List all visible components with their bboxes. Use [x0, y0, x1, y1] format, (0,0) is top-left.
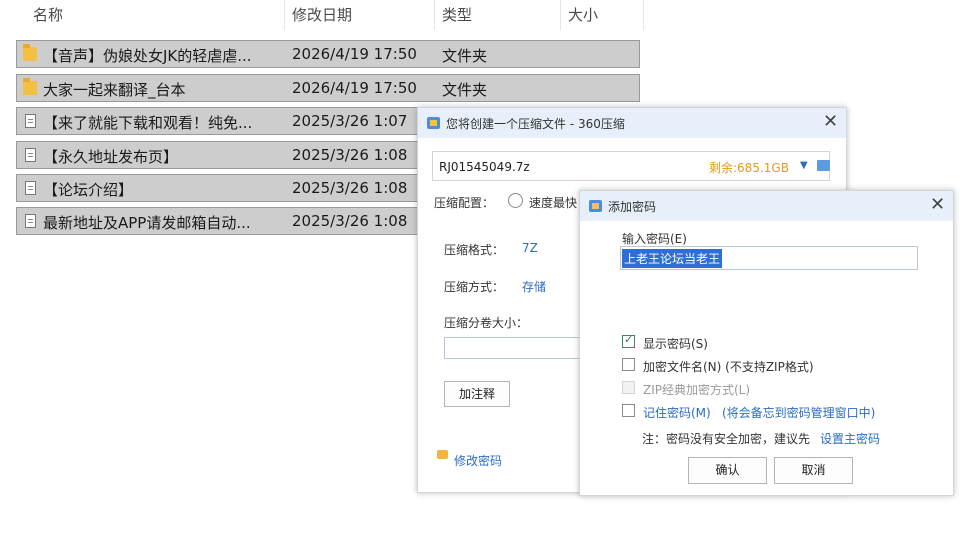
sort-arrow-icon: ⌃ [150, 0, 161, 9]
password-dialog-title: 添加密码 [608, 200, 657, 214]
cancel-button[interactable]: 取消 [774, 457, 853, 484]
column-header-modified[interactable]: 修改日期 [292, 4, 352, 25]
free-space-label: 剩余:685.1GB [709, 161, 789, 175]
format-value[interactable]: 7Z [522, 241, 538, 255]
password-value: 上老王论坛当老王 [622, 249, 723, 268]
file-name: 最新地址及APP请发邮箱自动... [43, 214, 251, 232]
folder-icon [23, 78, 37, 95]
show-password-checkbox[interactable]: ✓ [622, 333, 635, 348]
speed-option-label: 速度最快 [529, 196, 578, 210]
folder-icon [23, 44, 37, 61]
config-label: 压缩配置： [434, 196, 495, 210]
format-label: 压缩格式： [444, 243, 505, 257]
compress-dialog-title: 您将创建一个压缩文件 - 360压缩 [446, 117, 625, 131]
file-type: 文件夹 [442, 47, 488, 65]
show-password-label: 显示密码(S) [643, 337, 708, 351]
file-date: 2025/3/26 1:08 [292, 212, 408, 230]
file-name: 大家一起来翻译_台本 [43, 81, 186, 99]
app-logo-icon [427, 117, 440, 129]
split-size-label: 压缩分卷大小： [444, 316, 529, 330]
archive-filename: RJ01545049.7z [439, 160, 530, 174]
remember-password-checkbox[interactable] [622, 404, 635, 417]
archive-path-field[interactable]: RJ01545049.7z 剩余:685.1GB ▼ [432, 151, 830, 181]
folder-browse-icon[interactable] [817, 160, 830, 171]
password-input-label: 输入密码(E) [622, 232, 687, 246]
file-name: 【来了就能下载和观看！纯免... [43, 114, 253, 132]
checkmark-icon: ✓ [624, 333, 634, 346]
encrypt-filenames-label: 加密文件名(N) (不支持ZIP格式) [643, 360, 814, 374]
zip-classic-checkbox [622, 381, 635, 394]
column-divider[interactable] [643, 0, 644, 30]
add-password-dialog: 添加密码 ✕ 输入密码(E) 上老王论坛当老王 ✓ 显示密码(S) 加密文件名(… [579, 190, 954, 496]
password-input[interactable]: 上老王论坛当老王 [620, 246, 918, 270]
security-note: 注：密码没有安全加密，建议先 [642, 432, 811, 446]
method-label: 压缩方式： [444, 280, 505, 294]
ok-button[interactable]: 确认 [688, 457, 767, 484]
file-row[interactable]: 大家一起来翻译_台本 2026/4/19 17:50 文件夹 [16, 74, 640, 102]
column-divider[interactable] [560, 0, 561, 30]
file-type: 文件夹 [442, 81, 488, 99]
file-icon [25, 148, 36, 162]
speed-radio[interactable] [508, 193, 523, 208]
file-name: 【永久地址发布页】 [43, 148, 179, 166]
file-icon [25, 114, 36, 128]
change-password-link[interactable]: 修改密码 [454, 452, 502, 469]
file-icon [25, 181, 36, 195]
column-header-size[interactable]: 大小 [568, 4, 598, 25]
chevron-down-icon[interactable]: ▼ [800, 160, 808, 171]
file-name: 【论坛介绍】 [43, 181, 134, 199]
set-master-password-link[interactable]: 设置主密码 [820, 430, 880, 447]
split-size-combo[interactable] [444, 337, 584, 359]
file-date: 2025/3/26 1:08 [292, 146, 408, 164]
close-icon[interactable]: ✕ [930, 196, 945, 214]
column-header-type[interactable]: 类型 [442, 4, 472, 25]
close-icon[interactable]: ✕ [823, 113, 838, 131]
remember-password-label: 记住密码(M) [643, 406, 711, 420]
column-divider[interactable] [284, 0, 285, 30]
encrypt-filenames-checkbox[interactable] [622, 358, 635, 371]
file-date: 2025/3/26 1:08 [292, 179, 408, 197]
file-date: 2025/3/26 1:07 [292, 112, 408, 130]
method-value[interactable]: 存储 [522, 278, 546, 295]
password-dialog-titlebar[interactable]: 添加密码 ✕ [580, 191, 953, 221]
file-icon [25, 214, 36, 228]
file-row[interactable]: 【音声】伪娘处女JK的轻虐虐... 2026/4/19 17:50 文件夹 [16, 40, 640, 68]
column-divider[interactable] [434, 0, 435, 30]
lock-icon [437, 450, 448, 459]
compress-dialog-titlebar[interactable]: 您将创建一个压缩文件 - 360压缩 ✕ [418, 108, 846, 138]
app-logo-icon [589, 200, 602, 212]
remember-password-note: (将会备忘到密码管理窗口中) [722, 406, 876, 420]
zip-classic-label: ZIP经典加密方式(L) [643, 383, 751, 397]
add-comment-button[interactable]: 加注释 [444, 381, 510, 407]
file-date: 2026/4/19 17:50 [292, 45, 417, 63]
file-date: 2026/4/19 17:50 [292, 79, 417, 97]
file-name: 【音声】伪娘处女JK的轻虐虐... [43, 47, 252, 65]
column-header-name[interactable]: 名称 [33, 4, 63, 25]
